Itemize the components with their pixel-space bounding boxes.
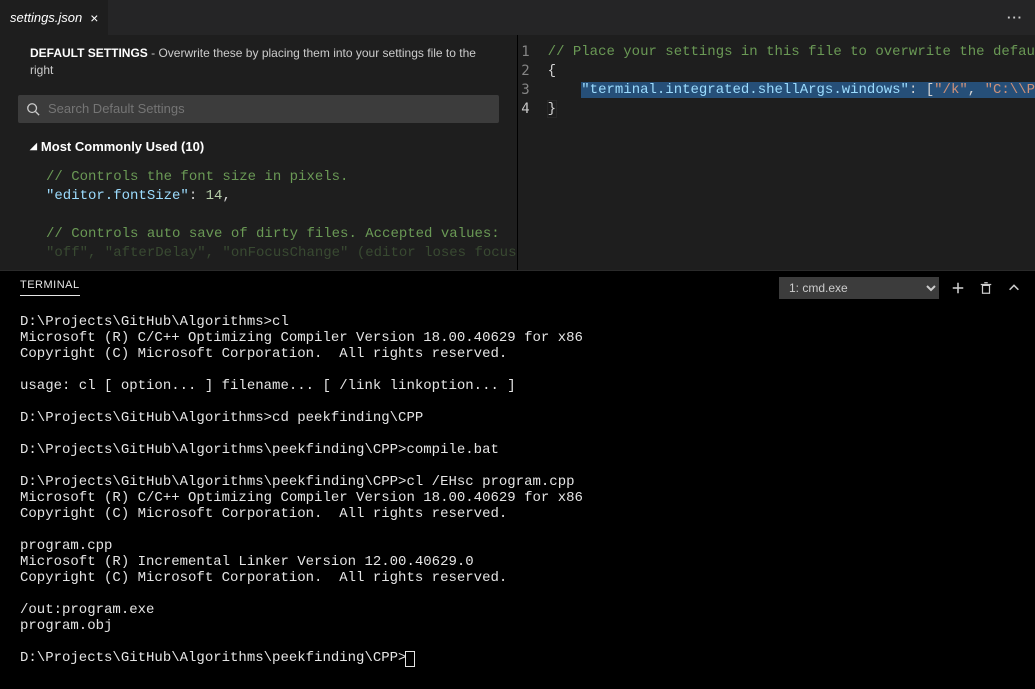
- user-settings-code[interactable]: // Place your settings in this file to o…: [548, 35, 1035, 270]
- hint-bold: DEFAULT SETTINGS: [30, 46, 148, 60]
- terminal-output[interactable]: D:\Projects\GitHub\Algorithms>cl Microso…: [0, 304, 1035, 689]
- section-most-commonly-used[interactable]: ◢ Most Commonly Used (10): [0, 129, 517, 160]
- tab-overflow-button[interactable]: ···: [995, 10, 1035, 25]
- section-title: Most Commonly Used (10): [41, 139, 204, 154]
- tab-bar: settings.json × ···: [0, 0, 1035, 35]
- panel-actions: 1: cmd.exe: [779, 277, 1023, 299]
- search-icon: [26, 102, 40, 116]
- editor-split: DEFAULT SETTINGS - Overwrite these by pl…: [0, 35, 1035, 270]
- default-settings-code[interactable]: // Controls the font size in pixels. "ed…: [0, 160, 517, 263]
- search-default-settings[interactable]: [18, 95, 499, 123]
- tab-title: settings.json: [10, 10, 82, 25]
- default-settings-pane: DEFAULT SETTINGS - Overwrite these by pl…: [0, 35, 518, 270]
- terminal-cursor: [406, 652, 414, 666]
- kill-terminal-button[interactable]: [977, 279, 995, 297]
- tab-settings-json[interactable]: settings.json ×: [0, 0, 108, 35]
- chevron-down-icon: ◢: [30, 141, 37, 152]
- user-settings-pane: 1 2 3 4 // Place your settings in this f…: [518, 35, 1035, 270]
- terminal-panel: TERMINAL 1: cmd.exe D:\Projects\GitHub\A…: [0, 270, 1035, 689]
- maximize-panel-button[interactable]: [1005, 279, 1023, 297]
- line-gutter: 1 2 3 4: [518, 35, 548, 270]
- terminal-select[interactable]: 1: cmd.exe: [779, 277, 939, 299]
- panel-tab-terminal[interactable]: TERMINAL: [20, 279, 80, 296]
- default-settings-hint: DEFAULT SETTINGS - Overwrite these by pl…: [0, 35, 517, 89]
- close-icon[interactable]: ×: [90, 11, 98, 25]
- panel-header: TERMINAL 1: cmd.exe: [0, 271, 1035, 304]
- search-input[interactable]: [48, 101, 491, 116]
- new-terminal-button[interactable]: [949, 279, 967, 297]
